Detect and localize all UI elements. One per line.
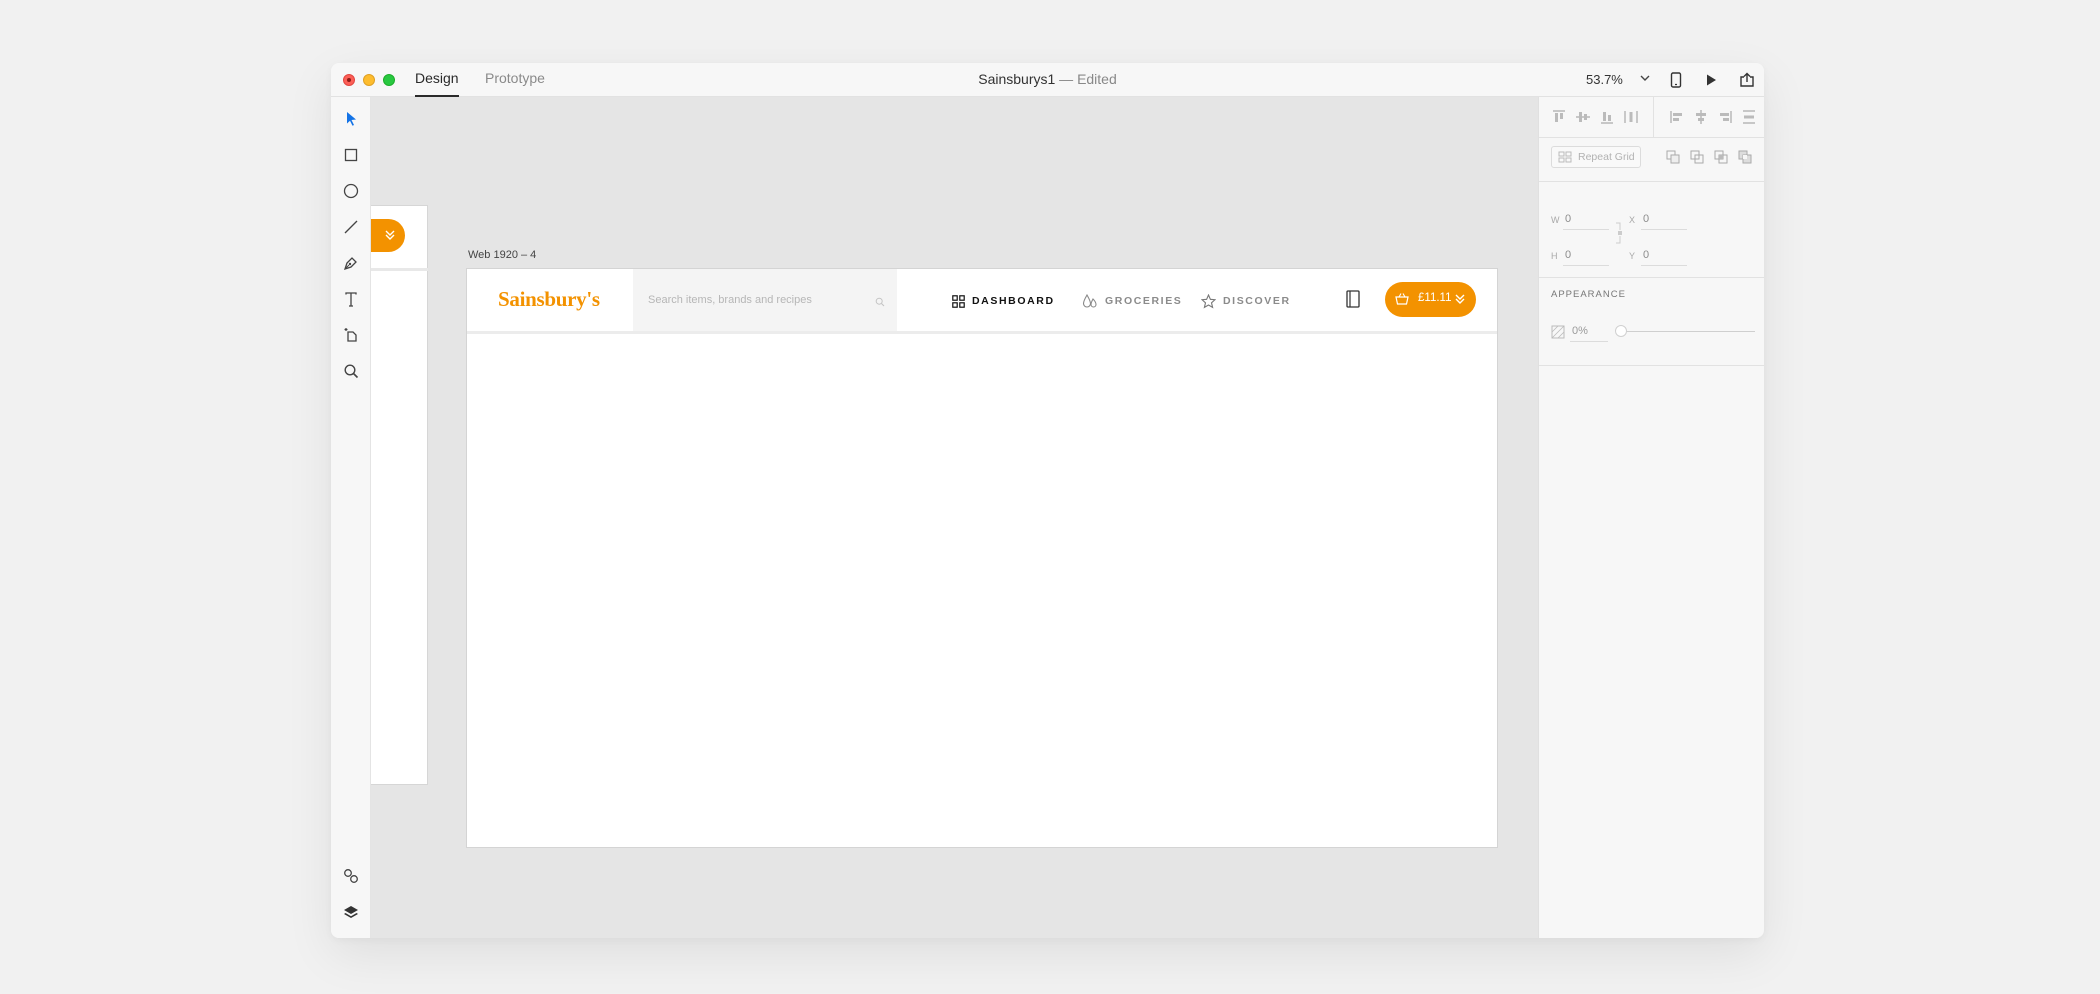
boolean-intersect-icon[interactable] [1713, 149, 1729, 165]
xd-window: Design Prototype Sainsburys1 — Edited 53… [331, 63, 1764, 938]
zoom-icon[interactable] [339, 359, 363, 383]
height-field[interactable]: 0 [1565, 249, 1571, 261]
section-divider [1539, 365, 1764, 366]
x-field[interactable]: 0 [1643, 213, 1649, 225]
section-divider [1539, 137, 1764, 138]
star-icon [1201, 293, 1216, 309]
align-top-icon[interactable] [1551, 109, 1567, 125]
width-label: W [1551, 215, 1560, 225]
edited-status: Edited [1077, 71, 1117, 87]
y-field[interactable]: 0 [1643, 249, 1649, 261]
zoom-chevron-down-icon[interactable] [1638, 71, 1652, 90]
site-search-placeholder: Search items, brands and recipes [648, 294, 812, 306]
align-divider [1653, 97, 1654, 137]
align-left-icon[interactable] [1669, 109, 1685, 125]
nav-discover-label: DISCOVER [1223, 295, 1291, 307]
nav-groceries-label: GROCERIES [1105, 295, 1183, 307]
drops-icon [1082, 293, 1097, 308]
title-separator: — [1059, 71, 1074, 87]
basket-button: £11.11 [1385, 282, 1476, 317]
repeat-grid-button[interactable]: Repeat Grid [1551, 146, 1641, 168]
assets-icon[interactable] [339, 864, 363, 888]
site-search-box: Search items, brands and recipes [633, 269, 897, 331]
double-chevron-down-icon [1455, 294, 1465, 304]
repeat-grid-label: Repeat Grid [1578, 151, 1635, 163]
nav-groceries: GROCERIES [1082, 293, 1183, 308]
header-divider [371, 268, 428, 271]
nav-dashboard-label: DASHBOARD [972, 295, 1055, 307]
title-bar: Design Prototype Sainsburys1 — Edited 53… [331, 63, 1764, 97]
align-middle-icon[interactable] [1575, 109, 1591, 125]
opacity-underline [1570, 341, 1608, 342]
pen-icon[interactable] [339, 251, 363, 275]
distribute-vertical-icon[interactable] [1741, 109, 1757, 125]
height-label: H [1551, 251, 1558, 261]
width-field[interactable]: 0 [1565, 213, 1571, 225]
basket-amount: £11.11 [1418, 292, 1452, 304]
select-icon[interactable] [339, 107, 363, 131]
section-divider [1539, 181, 1764, 182]
header-divider [467, 331, 1497, 334]
document-title: Sainsburys1 — Edited [331, 71, 1764, 87]
align-bottom-icon[interactable] [1599, 109, 1615, 125]
nav-discover: DISCOVER [1201, 293, 1291, 309]
basket-button-partial [371, 219, 405, 252]
opacity-slider-track[interactable] [1622, 331, 1755, 332]
artboard-icon[interactable] [339, 323, 363, 347]
distribute-horizontal-icon[interactable] [1623, 109, 1639, 125]
x-label: X [1629, 215, 1636, 225]
tools-toolbar [331, 97, 371, 938]
appearance-heading: APPEARANCE [1551, 289, 1626, 300]
layers-icon[interactable] [339, 900, 363, 924]
opacity-field[interactable]: 0% [1572, 325, 1588, 337]
opacity-icon [1551, 325, 1565, 344]
ellipse-icon[interactable] [339, 179, 363, 203]
width-underline [1563, 229, 1609, 230]
align-right-icon[interactable] [1717, 109, 1733, 125]
grid-icon [952, 294, 965, 308]
basket-icon [1395, 293, 1409, 305]
height-underline [1563, 265, 1609, 266]
y-underline [1641, 265, 1687, 266]
sainsburys-logo: Sainsbury's [498, 287, 600, 311]
section-divider [1539, 277, 1764, 278]
property-inspector: Repeat Grid W 0 X 0 H 0 Y 0 APPEARANCE 0… [1538, 97, 1764, 938]
document-name: Sainsburys1 [978, 71, 1056, 87]
line-icon[interactable] [339, 215, 363, 239]
opacity-slider-handle[interactable] [1615, 325, 1627, 337]
rectangle-icon[interactable] [339, 143, 363, 167]
device-preview-icon[interactable] [1666, 70, 1686, 90]
book-icon [1345, 290, 1361, 313]
align-center-icon[interactable] [1693, 109, 1709, 125]
artboard-label[interactable]: Web 1920 – 4 [468, 249, 536, 261]
boolean-exclude-icon[interactable] [1737, 149, 1753, 165]
text-icon[interactable] [339, 287, 363, 311]
lock-aspect-icon[interactable] [1615, 221, 1623, 250]
search-icon [875, 294, 885, 312]
nav-dashboard: DASHBOARD [952, 294, 1055, 308]
repeat-grid-icon [1558, 151, 1572, 163]
share-icon[interactable] [1737, 70, 1757, 90]
boolean-add-icon[interactable] [1665, 149, 1681, 165]
site-header: Sainsbury's Search items, brands and rec… [467, 269, 1497, 331]
boolean-subtract-icon[interactable] [1689, 149, 1705, 165]
zoom-level[interactable]: 53.7% [1586, 72, 1623, 87]
artboard-partial[interactable] [371, 205, 428, 785]
artboard-web-1920-4[interactable]: Sainsbury's Search items, brands and rec… [466, 268, 1498, 848]
y-label: Y [1629, 251, 1636, 261]
x-underline [1641, 229, 1687, 230]
play-preview-icon[interactable] [1701, 70, 1721, 90]
